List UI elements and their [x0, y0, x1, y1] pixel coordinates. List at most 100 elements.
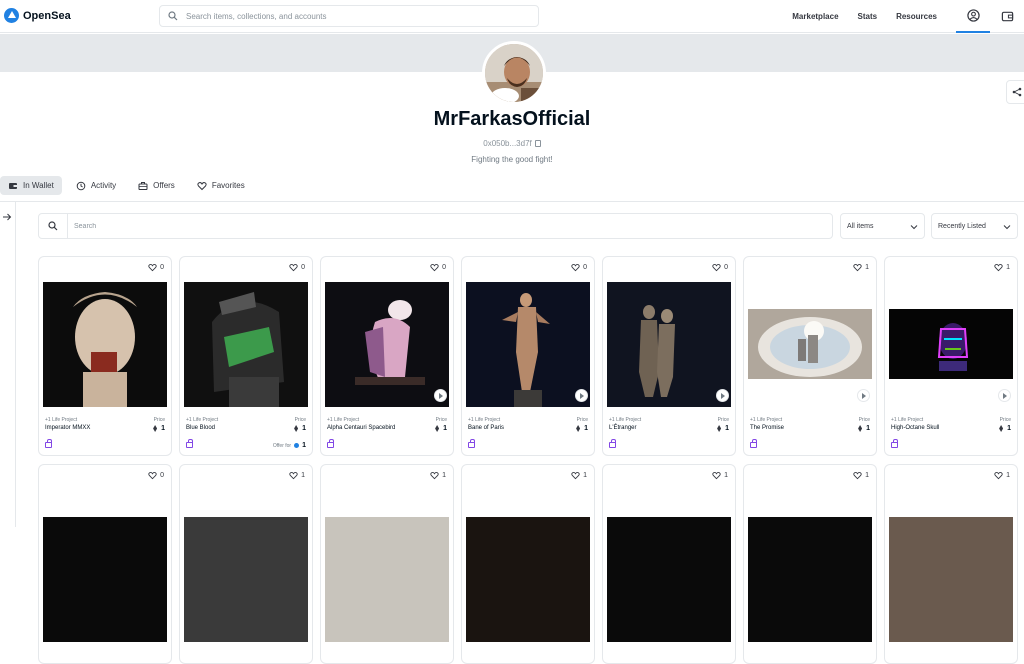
nft-image-letranger[interactable] [607, 282, 731, 407]
lock-icon [609, 439, 616, 448]
nft-image[interactable] [889, 517, 1013, 642]
global-search[interactable] [159, 5, 539, 27]
nft-card[interactable]: 0 +1 Life Project Blue Blood Price 1 Off… [179, 256, 313, 456]
favorite-button[interactable]: 1 [994, 471, 1010, 480]
favorite-button[interactable]: 0 [430, 263, 446, 272]
favorite-button[interactable]: 1 [712, 471, 728, 480]
logo-text: OpenSea [23, 9, 71, 22]
copy-icon[interactable] [534, 140, 541, 147]
nft-collection: +1 Life Project [468, 417, 501, 423]
opensea-logo[interactable]: OpenSea [4, 8, 71, 23]
nft-image[interactable] [325, 517, 449, 642]
nft-card[interactable]: 1 [602, 464, 736, 664]
profile-username: MrFarkasOfficial [433, 108, 591, 130]
favorite-button[interactable]: 1 [571, 471, 587, 480]
favorite-button[interactable]: 1 [994, 263, 1010, 272]
nft-name: L'Étranger [609, 425, 637, 431]
favorite-button[interactable]: 0 [571, 263, 587, 272]
price-value: 1 [866, 425, 870, 432]
nft-image-spacebird[interactable] [325, 282, 449, 407]
nft-card[interactable]: 0 [38, 464, 172, 664]
play-button[interactable] [434, 389, 447, 402]
wallet-address-text: 0x050b...3d7f [483, 139, 532, 148]
nft-image[interactable] [607, 517, 731, 642]
favorite-button[interactable]: 1 [853, 263, 869, 272]
play-button[interactable] [575, 389, 588, 402]
favorite-count: 1 [583, 472, 587, 479]
tab-offers[interactable]: Offers [130, 176, 183, 195]
price-label: Price [999, 417, 1011, 423]
play-button[interactable] [857, 389, 870, 402]
tab-in-wallet[interactable]: In Wallet [0, 176, 62, 195]
nft-image[interactable] [184, 517, 308, 642]
nft-name: Imperator MMXX [45, 425, 91, 431]
nft-image-blue-blood[interactable] [184, 282, 308, 407]
favorite-count: 0 [583, 264, 587, 271]
wallet-address[interactable]: 0x050b...3d7f [0, 139, 1024, 148]
favorite-button[interactable]: 0 [712, 263, 728, 272]
profile-tabs: In Wallet Activity Offers Favorites [0, 176, 1024, 202]
nav-link-stats[interactable]: Stats [858, 12, 878, 21]
favorite-count: 0 [301, 264, 305, 271]
heart-icon [712, 263, 721, 272]
nft-card[interactable]: 1 [179, 464, 313, 664]
wallet-nav-button[interactable] [990, 0, 1024, 33]
nft-card[interactable]: 1 [461, 464, 595, 664]
nft-image[interactable] [748, 517, 872, 642]
history-icon [76, 181, 86, 190]
nft-image-imperator[interactable] [43, 282, 167, 407]
nft-image[interactable] [43, 517, 167, 642]
favorite-count: 1 [724, 472, 728, 479]
favorite-button[interactable]: 1 [853, 471, 869, 480]
nft-price: 1 [576, 425, 588, 432]
tab-activity[interactable]: Activity [68, 176, 124, 195]
nav-link-marketplace[interactable]: Marketplace [792, 12, 838, 21]
nft-card[interactable]: 0 +1 Life Project L'Étranger Price 1 [602, 256, 736, 456]
chevron-down-icon [1003, 225, 1011, 230]
profile-icon [966, 9, 980, 22]
favorite-button[interactable]: 1 [430, 471, 446, 480]
nft-card[interactable]: 1 [320, 464, 454, 664]
nft-card[interactable]: 0 +1 Life Project Imperator MMXX Price 1 [38, 256, 172, 456]
eth-icon [999, 425, 1004, 432]
favorite-count: 1 [442, 472, 446, 479]
nft-image-the-promise[interactable] [748, 309, 872, 379]
heart-icon [148, 263, 157, 272]
play-button[interactable] [716, 389, 729, 402]
items-search-input[interactable] [74, 214, 165, 238]
global-search-input[interactable] [186, 11, 516, 21]
nft-card[interactable]: 0 +1 Life Project Alpha Centauri Spacebi… [320, 256, 454, 456]
lock-icon [327, 439, 334, 448]
nft-image-high-octane-skull[interactable] [889, 309, 1013, 379]
items-search[interactable] [38, 213, 833, 239]
favorite-button[interactable]: 0 [148, 263, 164, 272]
nft-price: 1 [435, 425, 447, 432]
heart-icon [148, 471, 157, 480]
nav-link-resources[interactable]: Resources [896, 12, 937, 21]
favorite-button[interactable]: 0 [289, 263, 305, 272]
favorite-button[interactable]: 1 [289, 471, 305, 480]
profile-nav-button[interactable] [956, 0, 990, 33]
favorite-count: 0 [724, 264, 728, 271]
nft-card[interactable]: 1 +1 Life Project The Promise Price 1 [743, 256, 877, 456]
eth-icon [576, 425, 581, 432]
nft-card[interactable]: 1 [743, 464, 877, 664]
favorite-button[interactable]: 0 [148, 471, 164, 480]
heart-icon [853, 471, 862, 480]
eth-icon [435, 425, 440, 432]
weth-icon [294, 443, 300, 448]
nft-image-bane-of-paris[interactable] [466, 282, 590, 407]
nft-card[interactable]: 0 +1 Life Project Bane of Paris Price 1 [461, 256, 595, 456]
sort-dropdown[interactable]: Recently Listed [931, 213, 1018, 239]
nft-card[interactable]: 1 [884, 464, 1018, 664]
nft-price: 1 [999, 425, 1011, 432]
filter-panel-toggle[interactable] [0, 202, 16, 527]
tab-favorites[interactable]: Favorites [189, 176, 253, 195]
tab-label: Offers [153, 181, 175, 190]
items-filter-dropdown[interactable]: All items [840, 213, 925, 239]
nft-image[interactable] [466, 517, 590, 642]
nft-card[interactable]: 1 +1 Life Project High-Octane Skull Pric… [884, 256, 1018, 456]
nft-price: 1 [717, 425, 729, 432]
share-button[interactable] [1006, 80, 1024, 104]
play-button[interactable] [998, 389, 1011, 402]
